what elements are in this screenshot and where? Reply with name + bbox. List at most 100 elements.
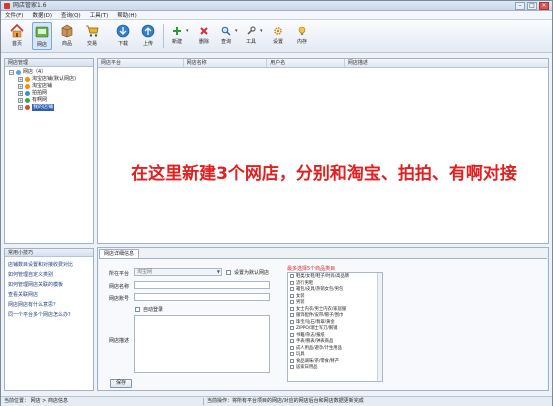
goods-button[interactable]: 商品 xyxy=(57,22,77,50)
tree-item[interactable]: + 淘宝店铺(默认网店) xyxy=(9,76,93,83)
category-checkbox[interactable] xyxy=(290,358,294,363)
category-checkbox[interactable] xyxy=(290,306,294,311)
category-checkbox[interactable] xyxy=(290,274,294,279)
exit-button[interactable]: 内存 xyxy=(292,22,312,50)
default-shop-label: 设置为默认网店 xyxy=(234,270,270,276)
default-shop-checkbox[interactable] xyxy=(226,270,231,275)
expand-icon[interactable]: + xyxy=(18,105,23,110)
shop-tree-panel: 网店管理 − 网店（4） + 淘宝店铺(默认网店) + 淘宝店铺 + 拍拍网 +… xyxy=(4,58,94,244)
shop-desc-textarea[interactable] xyxy=(134,315,270,373)
menu-help[interactable]: 帮助(H) xyxy=(117,11,136,19)
category-checkbox[interactable] xyxy=(290,313,294,318)
category-checkbox[interactable] xyxy=(290,332,294,337)
category-checkbox[interactable] xyxy=(290,352,294,357)
status-location: 当前位置： 网店 > 商店信息 xyxy=(4,398,68,404)
collapse-icon[interactable]: − xyxy=(9,70,14,75)
tip-link[interactable]: 店铺数目设置和对接收费对比 xyxy=(8,260,93,270)
upload-button[interactable]: 上传 xyxy=(138,22,158,50)
category-checkbox[interactable] xyxy=(290,300,294,305)
shop-account-input[interactable] xyxy=(134,293,270,301)
tip-link[interactable]: 如何管理网店关联的模板 xyxy=(8,280,93,290)
window-title: 网店管家1.6 xyxy=(13,2,47,9)
menu-data[interactable]: 数据(D) xyxy=(32,11,52,19)
category-checkbox[interactable] xyxy=(290,339,294,344)
category-checkbox[interactable] xyxy=(290,326,294,331)
trade-button[interactable]: 交易 xyxy=(82,22,102,50)
tree-item[interactable]: + 拍拍网 xyxy=(9,90,93,97)
shop-tree: − 网店（4） + 淘宝店铺(默认网店) + 淘宝店铺 + 拍拍网 + 有啊网 … xyxy=(5,67,93,111)
query-dropdown-arrow-icon[interactable]: ▾ xyxy=(235,28,238,34)
shop-tree-header: 网店管理 xyxy=(5,59,93,67)
settings-button[interactable]: 设置 xyxy=(268,22,288,50)
category-checkbox[interactable] xyxy=(290,365,294,370)
category-label: 手表/腕表/钟表商品 xyxy=(296,339,334,345)
tools-dropdown-arrow-icon[interactable]: ▾ xyxy=(260,28,263,34)
close-button[interactable]: × xyxy=(539,2,549,10)
shop-grid: 网店平台 网店名称 用户名 网店描述 在这里新建3个网店，分别和淘宝、拍拍、有啊… xyxy=(97,58,549,244)
tree-item[interactable]: + 有啊网 xyxy=(9,97,93,104)
expand-icon[interactable]: + xyxy=(18,84,23,89)
minimize-button[interactable]: – xyxy=(515,2,525,10)
tab-shop-detail[interactable]: 网店详细信息 xyxy=(99,249,140,258)
tip-link[interactable]: 查看关联网店 xyxy=(8,290,93,300)
new-dropdown-arrow-icon[interactable]: ▾ xyxy=(186,28,189,34)
category-title: 最多选择5个商品类目 xyxy=(287,266,336,272)
category-label: 女装 xyxy=(296,293,305,299)
menu-query[interactable]: 查询(Q) xyxy=(61,11,81,19)
category-checkbox[interactable] xyxy=(290,287,294,292)
shop-name-input[interactable] xyxy=(134,281,270,289)
auto-login-checkbox[interactable] xyxy=(135,307,140,312)
home-button[interactable]: 首页 xyxy=(7,22,27,50)
expand-icon[interactable]: + xyxy=(18,98,23,103)
category-label: ZIPPO/瑞士军刀/眼镜 xyxy=(296,326,338,332)
auto-login-label: 自动登录 xyxy=(143,307,164,313)
detail-form: 所在平台 淘宝网 ▼ 设置为默认网店 网店名称 网店账号 自动登录 网店描述 最… xyxy=(99,258,547,390)
taobao-icon xyxy=(25,84,30,89)
tree-item-selected[interactable]: + 我的店铺 xyxy=(9,104,93,111)
shop-icon xyxy=(35,26,49,38)
category-list[interactable]: 鞋类/女鞋/鞋子/时尚/高品牌 流行男鞋 箱包/皮具/热销女包/男包 女装 男装 女士内衣… xyxy=(287,272,383,382)
category-checkbox[interactable] xyxy=(290,319,294,324)
save-button[interactable]: 保存 xyxy=(110,379,132,388)
plus-icon xyxy=(173,27,181,35)
col-description[interactable]: 网店描述 xyxy=(345,59,548,67)
new-button[interactable]: 新建 xyxy=(167,22,187,50)
platform-select[interactable]: 淘宝网 ▼ xyxy=(134,268,222,276)
category-checkbox[interactable] xyxy=(290,293,294,298)
col-shop-name[interactable]: 网店名称 xyxy=(184,59,268,67)
grid-header: 网店平台 网店名称 用户名 网店描述 xyxy=(98,59,548,68)
upload-icon xyxy=(141,24,155,38)
tips-panel: 常用小技巧 店铺数目设置和对接收费对比 如何管理自定义类别 如何管理网店关联的模… xyxy=(4,248,94,391)
menu-tools[interactable]: 工具(T) xyxy=(90,11,109,19)
col-platform[interactable]: 网店平台 xyxy=(98,59,184,67)
category-checkbox[interactable] xyxy=(290,345,294,350)
shop-account-label: 网店账号 xyxy=(109,296,130,302)
app-logo-icon xyxy=(4,3,10,9)
tip-link[interactable]: 网店网店有什么意思？ xyxy=(8,300,93,310)
category-checkbox[interactable] xyxy=(290,280,294,285)
tools-button[interactable]: 工具 xyxy=(241,22,261,50)
maximize-button[interactable]: □ xyxy=(527,2,537,10)
expand-icon[interactable]: + xyxy=(18,77,23,82)
tree-root[interactable]: − 网店（4） xyxy=(9,69,93,76)
category-label: 鞋类/女鞋/鞋子/时尚/高品牌 xyxy=(296,274,350,280)
tip-link[interactable]: 同一个平台多个网店怎么办？ xyxy=(8,310,93,320)
expand-icon[interactable]: + xyxy=(18,91,23,96)
download-button[interactable]: 下载 xyxy=(113,22,133,50)
col-username[interactable]: 用户名 xyxy=(267,59,345,67)
query-button[interactable]: 查询 xyxy=(216,22,236,50)
annotation-overlay: 在这里新建3个网店，分别和淘宝、拍拍、有啊对接 xyxy=(131,164,517,184)
delete-button[interactable]: 删除 xyxy=(194,22,214,50)
menu-file[interactable]: 文件(F) xyxy=(5,11,23,19)
tip-link[interactable]: 如何管理自定义类别 xyxy=(8,270,93,280)
category-label: 玩具 xyxy=(296,352,305,358)
category-scrollbar[interactable] xyxy=(377,273,382,381)
shop-item-icon xyxy=(25,105,30,110)
shop-desc-label: 网店描述 xyxy=(109,338,130,344)
shop-button[interactable]: 网店 xyxy=(32,22,52,50)
globe-icon xyxy=(16,70,21,75)
category-label: 箱包/皮具/热销女包/男包 xyxy=(296,287,344,293)
category-item[interactable]: 居家日用品 xyxy=(288,364,382,371)
tree-item[interactable]: + 淘宝店铺 xyxy=(9,83,93,90)
category-label: 成人用品/避孕/计生用品 xyxy=(296,345,342,351)
